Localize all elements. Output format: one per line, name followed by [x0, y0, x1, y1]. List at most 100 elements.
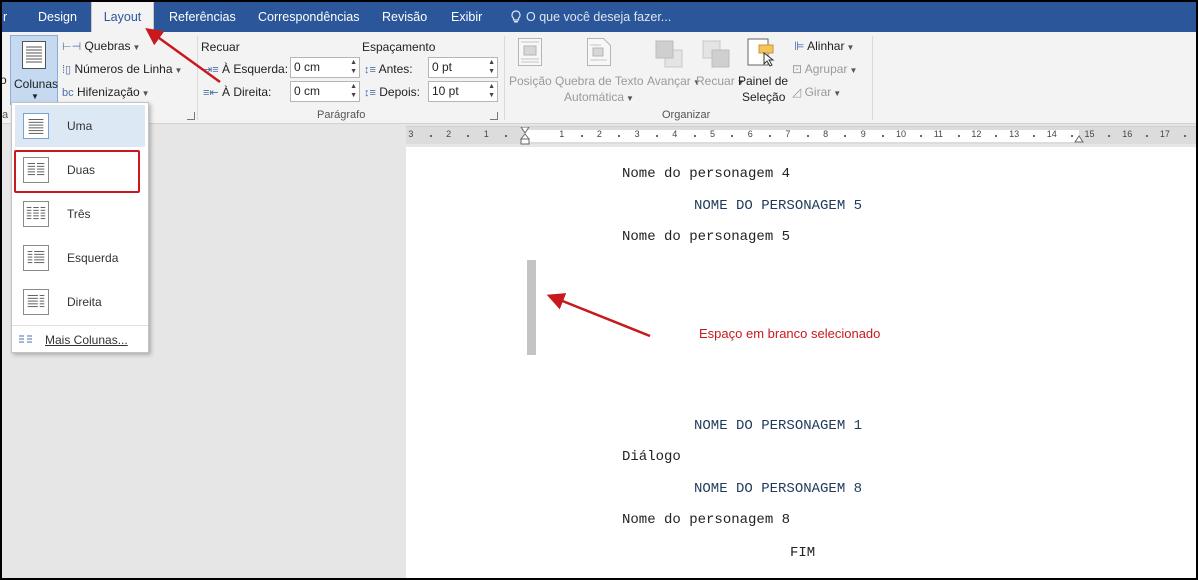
right-indent-marker-icon[interactable]	[1074, 133, 1084, 143]
tab-design[interactable]: Design	[34, 2, 81, 32]
ruler-tick	[957, 135, 960, 137]
ruler-number: 6	[747, 129, 753, 139]
spin-up-icon[interactable]: ▲	[350, 83, 357, 91]
horizontal-ruler[interactable]: 3 2 1 1 2 3 4 5 6 7 8 9 10 11 12 13 14 15 16 17	[406, 126, 1196, 145]
agrupar-button[interactable]: ⊡ Agrupar ▼	[792, 62, 857, 76]
selection-pane-icon	[747, 38, 775, 67]
ruler-number: 5	[710, 129, 716, 139]
group-separator	[197, 36, 198, 120]
spin-down-icon[interactable]: ▼	[488, 68, 495, 76]
recuar-order-label: Recuar	[696, 74, 735, 88]
hifenizacao-label: Hifenização	[76, 85, 140, 99]
hifenizacao-button[interactable]: bc Hifenização ▼	[62, 85, 150, 99]
annotation-label: Espaço em branco selecionado	[699, 326, 881, 341]
spin-down-icon[interactable]: ▼	[488, 92, 495, 100]
ruler-number: 8	[823, 129, 829, 139]
tab-referencias[interactable]: Referências	[165, 2, 240, 32]
spin-up-icon[interactable]: ▲	[488, 83, 495, 91]
ruler-number: 17	[1159, 129, 1170, 139]
mais-colunas-link[interactable]: Mais Colunas...	[45, 333, 128, 347]
group-separator	[872, 36, 873, 120]
indent-marker-icon[interactable]	[520, 127, 530, 145]
bring-forward-icon	[655, 40, 683, 68]
tab-partial[interactable]: r	[2, 2, 11, 32]
chevron-down-icon: ▼	[846, 43, 855, 52]
quebra-texto-button[interactable]: Automática ▼	[564, 90, 634, 104]
ribbon: o Colunas ▼ ⊢⊣ Quebras ▼ ⁞▯ Números de Li…	[2, 32, 1196, 124]
tab-layout[interactable]: Layout	[91, 2, 154, 32]
posicao-button[interactable]: Posição	[509, 74, 552, 88]
document-page[interactable]: Nome do personagem 4 NOME DO PERSONAGEM …	[406, 147, 1196, 578]
spacing-after-icon: ↕≡	[364, 87, 376, 99]
ribbon-tab-bar: r Design Layout Referências Correspondên…	[2, 2, 1196, 32]
ruler-tick	[429, 135, 432, 137]
menu-separator	[12, 325, 148, 326]
right-column-icon	[23, 289, 49, 315]
spacing-after-input[interactable]: 10 pt ▲ ▼	[428, 81, 498, 102]
spin-down-icon[interactable]: ▼	[350, 92, 357, 100]
indent-right-label: ≡⇤ À Direita:	[203, 85, 271, 99]
organizar-group-label: Organizar	[662, 109, 711, 121]
painel-label-1[interactable]: Painel de	[738, 74, 788, 88]
script-line-character: NOME DO PERSONAGEM 5	[694, 198, 863, 214]
avancar-button[interactable]: Avançar ▼	[647, 74, 701, 88]
left-column-icon	[23, 245, 49, 271]
alinhar-button[interactable]: ⊫ Alinhar ▼	[794, 39, 854, 53]
quebras-button[interactable]: ⊢⊣ Quebras ▼	[62, 39, 140, 53]
ruler-tick	[1108, 135, 1111, 137]
script-line-dialog: Nome do personagem 4	[622, 166, 791, 182]
tab-exibir[interactable]: Exibir	[447, 2, 486, 32]
ruler-number: 2	[446, 129, 452, 139]
tab-correspondencias[interactable]: Correspondências	[254, 2, 363, 32]
girar-label: Girar	[804, 85, 832, 99]
spin-down-icon[interactable]: ▼	[350, 68, 357, 76]
columns-dropdown-menu: Uma Duas Três Esquerda Direita Mais Colu…	[11, 102, 149, 353]
ruler-tick	[655, 135, 658, 137]
menu-item-direita[interactable]: Direita	[15, 281, 145, 323]
chevron-down-icon: ▼	[626, 94, 634, 103]
indent-left-input[interactable]: 0 cm ▲ ▼	[290, 57, 360, 78]
colunas-button[interactable]: Colunas ▼	[10, 35, 58, 105]
script-line-end: FIM	[790, 545, 816, 561]
menu-item-label: Uma	[67, 119, 93, 133]
dialog-launcher-icon[interactable]	[187, 112, 195, 120]
script-line-dialog: Diálogo	[622, 449, 681, 465]
menu-item-tres[interactable]: Três	[15, 193, 145, 235]
group-icon: ⊡	[792, 62, 803, 76]
dialog-launcher-icon[interactable]	[490, 112, 498, 120]
tab-revisao[interactable]: Revisão	[378, 2, 431, 32]
spacing-before-value: 0 pt	[432, 60, 453, 74]
espacamento-heading: Espaçamento	[362, 40, 436, 54]
line-numbers-icon: ⁞▯	[62, 64, 72, 76]
quebra-texto-label-2: Automática	[564, 90, 625, 104]
spacing-before-input[interactable]: 0 pt ▲ ▼	[428, 57, 498, 78]
ruler-number: 16	[1122, 129, 1133, 139]
indent-left-icon: ⇥≡	[203, 64, 219, 76]
quebra-texto-label-1[interactable]: Quebra de Texto	[555, 74, 644, 88]
page-setup-group-label-partial: a	[2, 109, 9, 121]
indent-right-input[interactable]: 0 cm ▲ ▼	[290, 81, 360, 102]
agrupar-label: Agrupar	[804, 62, 848, 76]
spin-up-icon[interactable]: ▲	[488, 59, 495, 67]
indent-left-label: ⇥≡ À Esquerda:	[203, 62, 288, 76]
numeros-linha-button[interactable]: ⁞▯ Números de Linha ▼	[62, 62, 182, 76]
columns-icon	[22, 41, 46, 69]
girar-button[interactable]: ◿ Girar ▼	[792, 85, 841, 99]
menu-item-esquerda[interactable]: Esquerda	[15, 237, 145, 279]
spacing-after-text: Depois:	[379, 85, 420, 99]
group-separator	[504, 36, 505, 120]
menu-item-label: Três	[67, 207, 91, 221]
chevron-down-icon: ▼	[141, 89, 150, 98]
spacing-after-value: 10 pt	[432, 84, 459, 98]
spin-up-icon[interactable]: ▲	[350, 59, 357, 67]
ruler-tick	[1183, 135, 1186, 137]
colunas-label: Colunas	[14, 77, 59, 91]
menu-item-uma[interactable]: Uma	[15, 105, 145, 147]
chevron-down-icon: ▼	[174, 66, 183, 75]
painel-selecao-button[interactable]: Seleção	[742, 90, 785, 104]
ruler-number: 12	[971, 129, 982, 139]
spacing-before-label: ↕≡ Antes:	[364, 62, 413, 76]
duas-highlight-box	[14, 150, 140, 193]
ruler-tick	[731, 135, 734, 137]
tell-me-box[interactable]: O que você deseja fazer...	[510, 2, 671, 32]
